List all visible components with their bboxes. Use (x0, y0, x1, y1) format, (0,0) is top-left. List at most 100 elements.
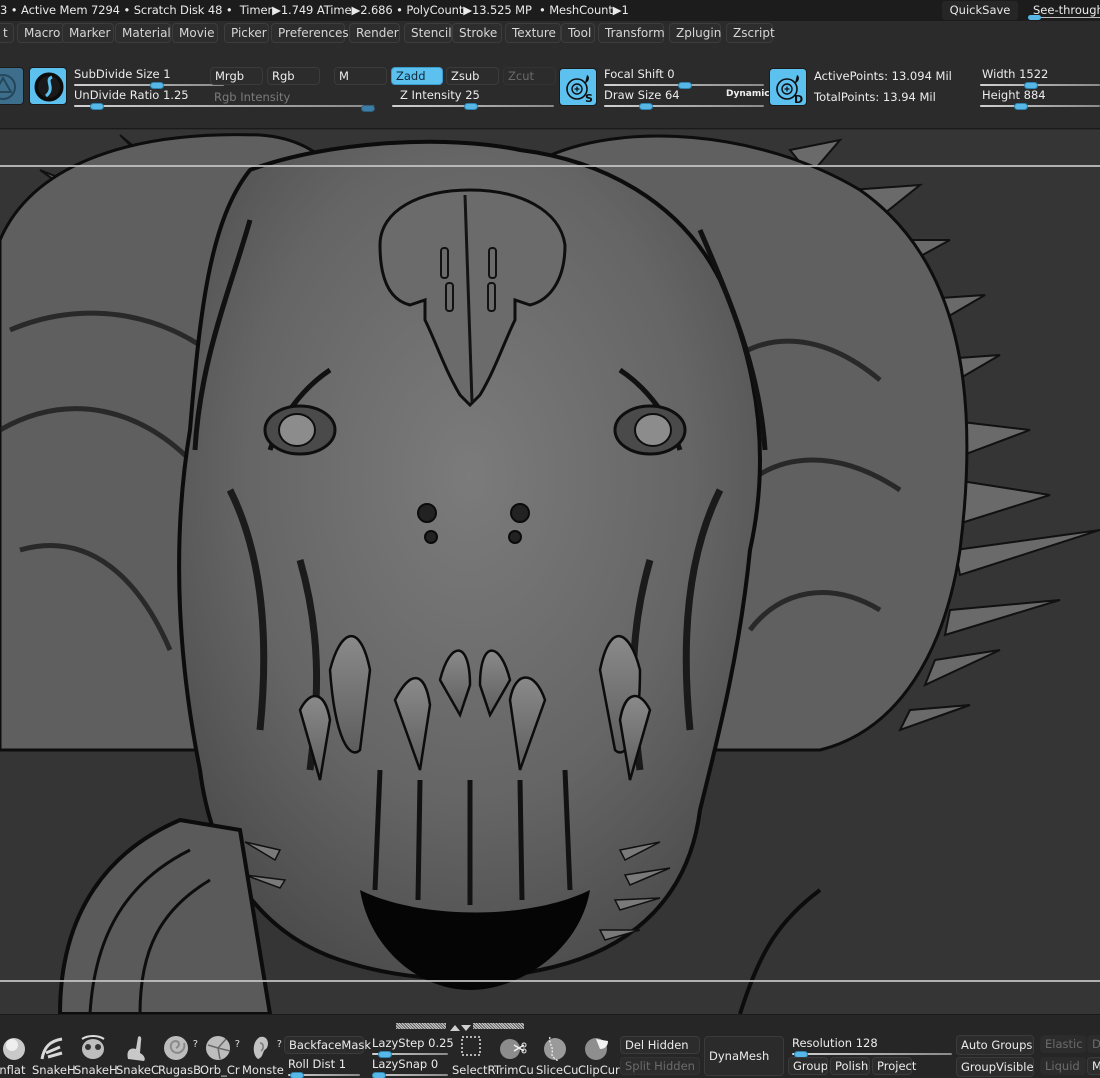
brush-label: SnakeH (32, 1063, 76, 1077)
sculpt-model[interactable] (0, 130, 1100, 1014)
split-hidden-button[interactable]: Split Hidden (620, 1057, 700, 1075)
brush-snakeh-2[interactable]: SnakeH (74, 1033, 118, 1077)
tool-clip-curve[interactable]: ClipCur (578, 1033, 620, 1077)
menu-item-marker[interactable]: Marker (62, 23, 114, 43)
menu-item-stroke[interactable]: Stroke (452, 23, 502, 43)
trim-curve-icon (500, 1039, 527, 1059)
liquid-button[interactable]: Liquid (1040, 1057, 1086, 1075)
tool-slice-curve[interactable]: SliceCu (536, 1033, 578, 1077)
resolution-slider[interactable]: Resolution 128 (792, 1036, 952, 1058)
zsub-button[interactable]: Zsub (446, 67, 499, 85)
dynamesh-button[interactable]: DynaMesh (704, 1036, 784, 1076)
tool-trim-curve[interactable]: TrimCu (494, 1033, 536, 1077)
slice-curve-icon (544, 1036, 566, 1061)
width-slider[interactable]: Width 1522 (980, 67, 1100, 89)
tool-select-rect[interactable]: SelectRe (452, 1033, 496, 1077)
material-button[interactable] (29, 67, 67, 105)
menu-item-macro[interactable]: Macro (17, 23, 65, 43)
brush-monster[interactable]: ? Monste (242, 1033, 284, 1077)
zcut-button[interactable]: Zcut (503, 67, 556, 85)
rgb-button[interactable]: Rgb (267, 67, 320, 85)
project-button[interactable]: Project (872, 1057, 916, 1075)
menu-item-texture[interactable]: Texture (505, 23, 561, 43)
draw-dynamic-d-icon: D (776, 75, 803, 106)
help-icon: ? (192, 1039, 198, 1050)
lazy-snap-slider[interactable]: LazySnap 0 (372, 1057, 448, 1078)
tool-button[interactable] (0, 67, 24, 105)
status-stats: 3 • Active Mem 7294 • Scratch Disk 48 • … (0, 3, 629, 17)
height-track[interactable] (980, 105, 1100, 107)
menu-item-render[interactable]: Render (349, 23, 400, 43)
see-through-slider[interactable]: See-through (1024, 1, 1100, 20)
menu-item-transform[interactable]: Transform (598, 23, 665, 43)
m-button[interactable]: M (334, 67, 387, 85)
height-knob[interactable] (1014, 103, 1028, 110)
menu-item-material[interactable]: Material (115, 23, 171, 43)
elastic-button[interactable]: Elastic (1040, 1035, 1086, 1053)
shelf-toggle-arrows[interactable] (449, 1021, 473, 1031)
roll-dist-slider[interactable]: Roll Dist 1 (288, 1057, 360, 1078)
subdivide-size-slider[interactable]: SubDivide Size 1 (74, 67, 224, 89)
group-visible-button[interactable]: GroupVisible (956, 1057, 1034, 1077)
undivide-ratio-knob[interactable] (90, 103, 104, 110)
help-icon: ? (234, 1039, 240, 1050)
rgb-intensity-slider[interactable]: Rgb Intensity (214, 90, 376, 112)
see-through-knob[interactable] (1028, 15, 1041, 20)
rgb-intensity-knob[interactable] (361, 105, 375, 112)
lazy-step-label: LazyStep 0.25 (372, 1036, 454, 1050)
collapse-arrows-icon (450, 1025, 471, 1031)
del-hidden-button[interactable]: Del Hidden (620, 1036, 700, 1054)
menu-item-light[interactable]: t (0, 23, 14, 43)
focal-shift-label: Focal Shift 0 (604, 67, 675, 81)
height-slider[interactable]: Height 884 (980, 88, 1100, 110)
dynamic-toggle[interactable]: Dynamic (726, 89, 770, 99)
z-intensity-label: Z Intensity 25 (400, 88, 480, 102)
timer: Timer▶1.749 (239, 3, 314, 17)
brush-label: RugasB (158, 1063, 201, 1077)
menu-item-picker[interactable]: Picker (224, 23, 269, 43)
polish-button[interactable]: Polish (830, 1057, 870, 1075)
menu-item-zscript[interactable]: Zscript (726, 23, 775, 43)
lazy-step-slider[interactable]: LazyStep 0.25 (372, 1036, 454, 1058)
m-toggle-button[interactable]: M (1087, 1057, 1100, 1075)
shelf-divider-right[interactable] (473, 1023, 524, 1029)
z-intensity-slider[interactable]: Z Intensity 25 (392, 88, 554, 110)
auto-groups-button[interactable]: Auto Groups (956, 1035, 1034, 1055)
draw-dynamic-d-button[interactable]: D (769, 68, 807, 106)
see-through-track[interactable] (1032, 17, 1100, 18)
draw-size-knob[interactable] (639, 103, 653, 110)
d-button[interactable]: D (1087, 1035, 1100, 1053)
brush-snakeh-1[interactable]: SnakeH (32, 1033, 76, 1077)
help-icon: ? (276, 1039, 282, 1050)
menu-item-preferences[interactable]: Preferences (271, 23, 349, 43)
status-prefix: 3 • (0, 3, 18, 17)
z-intensity-knob[interactable] (464, 103, 478, 110)
mrgb-button[interactable]: Mrgb (210, 67, 263, 85)
brush-label: SnakeH (74, 1063, 118, 1077)
menu-item-tool[interactable]: Tool (561, 23, 595, 43)
brush-rugasb[interactable]: ? RugasB (158, 1033, 201, 1077)
menu-item-zplugin[interactable]: Zplugin (669, 23, 721, 43)
tool-label: SelectRe (452, 1063, 496, 1077)
resolution-track[interactable] (792, 1053, 952, 1055)
quicksave-button[interactable]: QuickSave (942, 1, 1018, 20)
clip-curve-icon (585, 1038, 608, 1060)
subdivide-size-track[interactable] (74, 84, 224, 86)
lazy-snap-knob[interactable] (372, 1072, 386, 1078)
groups-button[interactable]: Groups (788, 1057, 828, 1075)
roll-dist-knob[interactable] (290, 1072, 304, 1078)
backface-mask-button[interactable]: BackfaceMask (284, 1036, 371, 1054)
polycount: PolyCount▶13.525 MP (406, 3, 532, 17)
width-track[interactable] (980, 84, 1100, 86)
draw-size-track[interactable] (604, 105, 764, 107)
zadd-button[interactable]: Zadd (391, 67, 443, 85)
menu-item-movie[interactable]: Movie (172, 23, 218, 43)
menu-item-stencil[interactable]: Stencil (404, 23, 452, 43)
brush-snakec[interactable]: SnakeC (116, 1033, 159, 1077)
snakecurve-brush-icon (127, 1036, 145, 1061)
focal-shift-slider[interactable]: Focal Shift 0 (604, 67, 764, 89)
shelf-divider-left[interactable] (396, 1023, 446, 1029)
brush-orb-cracks[interactable]: ? Orb_Cr (200, 1033, 242, 1077)
document-canvas[interactable] (0, 130, 1100, 1014)
draw-size-s-button[interactable]: S (559, 68, 597, 106)
